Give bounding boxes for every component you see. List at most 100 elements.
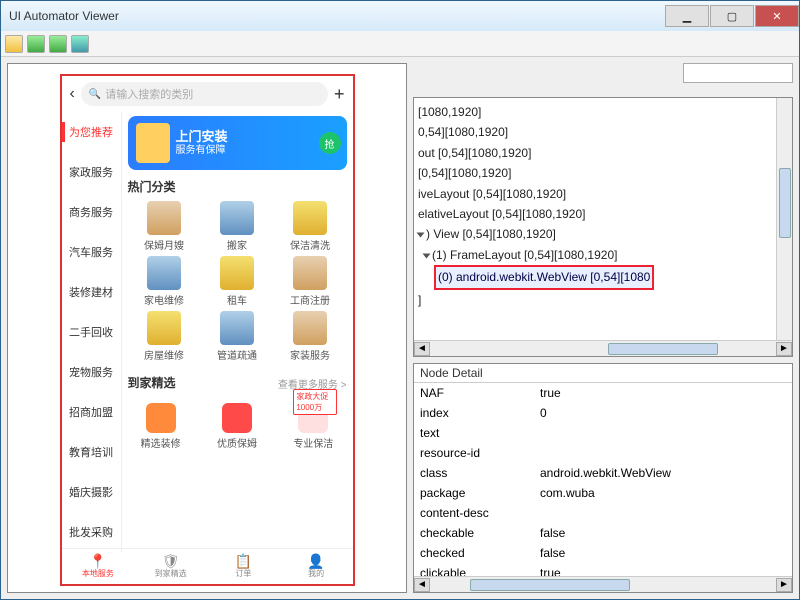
tree-node[interactable]: [0,54][1080,1920] <box>416 163 790 183</box>
search-placeholder: 请输入搜索的类别 <box>105 86 193 102</box>
nav-icon: 🛡 <box>162 554 180 568</box>
tree-vscroll[interactable] <box>776 98 792 340</box>
daojia-item[interactable]: 家政大促 1000万专业保洁 <box>293 403 333 450</box>
daojia-title: 到家精选 <box>128 374 176 391</box>
hot-category-item[interactable]: 保姆月嫂 <box>128 201 201 252</box>
device-frame[interactable]: ‹ 请输入搜索的类别 + 为您推荐家政服务商务服务汽车服务装修建材二手回收宠物服… <box>60 74 355 586</box>
close-button[interactable] <box>755 5 799 27</box>
hot-category-item[interactable]: 搬家 <box>201 201 274 252</box>
detail-row[interactable]: index0 <box>414 403 792 423</box>
detail-row[interactable]: checkedfalse <box>414 543 792 563</box>
detail-key: index <box>414 406 534 420</box>
hierarchy-tree[interactable]: [1080,1920]0,54][1080,1920]out [0,54][10… <box>414 98 792 338</box>
promo-icon <box>222 403 252 433</box>
search-input[interactable]: 请输入搜索的类别 <box>81 82 328 106</box>
hot-category-item[interactable]: 工商注册 <box>274 256 347 307</box>
tree-node[interactable]: ) View [0,54][1080,1920] <box>416 224 790 244</box>
titlebar: UI Automator Viewer <box>1 1 799 31</box>
detail-value: com.wuba <box>534 486 792 500</box>
detail-row[interactable]: classandroid.webkit.WebView <box>414 463 792 483</box>
promo-banner[interactable]: 上门安装 服务有保障 抢 <box>128 116 347 170</box>
tree-node[interactable]: out [0,54][1080,1920] <box>416 143 790 163</box>
node-detail-title: Node Detail <box>414 364 792 382</box>
detail-key: package <box>414 486 534 500</box>
daojia-item[interactable]: 精选装修 <box>141 403 181 450</box>
hot-category-item[interactable]: 保洁清洗 <box>274 201 347 252</box>
bottom-nav-item[interactable]: 👤我的 <box>280 549 353 584</box>
tree-node[interactable]: [1080,1920] <box>416 102 790 122</box>
tree-node[interactable]: iveLayout [0,54][1080,1920] <box>416 184 790 204</box>
node-detail-panel: Node Detail NAFtrueindex0textresource-id… <box>413 363 793 593</box>
plus-icon[interactable]: + <box>334 84 345 105</box>
tree-node[interactable]: elativeLayout [0,54][1080,1920] <box>416 204 790 224</box>
save-icon[interactable] <box>71 35 89 53</box>
bottom-nav-item[interactable]: 🛡到家精选 <box>134 549 207 584</box>
device-panel: ‹ 请输入搜索的类别 + 为您推荐家政服务商务服务汽车服务装修建材二手回收宠物服… <box>7 63 407 593</box>
bottom-nav-item[interactable]: 📍本地服务 <box>62 549 135 584</box>
sidebar-tab[interactable]: 商务服务 <box>62 192 121 232</box>
detail-row[interactable]: checkablefalse <box>414 523 792 543</box>
back-icon[interactable]: ‹ <box>70 85 75 103</box>
category-avatar <box>293 201 327 235</box>
sidebar-tab[interactable]: 为您推荐 <box>62 112 121 152</box>
hot-category-item[interactable]: 房屋维修 <box>128 311 201 362</box>
detail-key: text <box>414 426 534 440</box>
grab-badge[interactable]: 抢 <box>319 132 341 154</box>
detail-value: 0 <box>534 406 792 420</box>
hot-category-item[interactable]: 租车 <box>201 256 274 307</box>
tree-node[interactable]: (1) FrameLayout [0,54][1080,1920] <box>416 245 790 265</box>
sidebar-tab[interactable]: 婚庆摄影 <box>62 472 121 512</box>
bottom-nav-item[interactable]: 📋订单 <box>207 549 280 584</box>
sidebar-tab[interactable]: 招商加盟 <box>62 392 121 432</box>
tree-node[interactable]: 0,54][1080,1920] <box>416 122 790 142</box>
detail-row[interactable]: content-desc <box>414 503 792 523</box>
detail-row[interactable]: text <box>414 423 792 443</box>
dump-icon[interactable] <box>49 35 67 53</box>
category-label: 保洁清洗 <box>290 237 330 252</box>
tree-hscroll[interactable]: ◄► <box>414 340 792 356</box>
hot-category-item[interactable]: 家装服务 <box>274 311 347 362</box>
sidebar-tab[interactable]: 家政服务 <box>62 152 121 192</box>
nav-label: 订单 <box>235 568 251 579</box>
detail-hscroll[interactable]: ◄ ► <box>414 576 792 592</box>
hot-category-item[interactable]: 管道疏通 <box>201 311 274 362</box>
category-label: 租车 <box>227 292 247 307</box>
category-avatar <box>220 311 254 345</box>
detail-row[interactable]: resource-id <box>414 443 792 463</box>
sidebar-tab[interactable]: 装修建材 <box>62 272 121 312</box>
tree-search-input[interactable] <box>683 63 793 83</box>
category-sidebar: 为您推荐家政服务商务服务汽车服务装修建材二手回收宠物服务招商加盟教育培训婚庆摄影… <box>62 112 122 552</box>
category-label: 家电维修 <box>144 292 184 307</box>
tree-node-selected[interactable]: (0) android.webkit.WebView [0,54][1080 <box>434 265 654 289</box>
detail-row[interactable]: clickabletrue <box>414 563 792 576</box>
daojia-row: 精选装修 优质保姆家政大促 1000万专业保洁 <box>128 403 347 450</box>
hot-category-item[interactable]: 家电维修 <box>128 256 201 307</box>
category-avatar <box>147 311 181 345</box>
daojia-item[interactable]: 优质保姆 <box>217 403 257 450</box>
sidebar-tab[interactable]: 宠物服务 <box>62 352 121 392</box>
sidebar-tab[interactable]: 教育培训 <box>62 432 121 472</box>
detail-key: checkable <box>414 526 534 540</box>
detail-row[interactable]: NAFtrue <box>414 383 792 403</box>
screenshot-icon[interactable] <box>27 35 45 53</box>
category-avatar <box>220 256 254 290</box>
detail-value: true <box>534 386 792 400</box>
device-topbar: ‹ 请输入搜索的类别 + <box>62 76 353 112</box>
promo-icon <box>146 403 176 433</box>
detail-value: false <box>534 526 792 540</box>
category-label: 家装服务 <box>290 347 330 362</box>
tree-search-bar <box>413 63 793 91</box>
tree-node[interactable]: ] <box>416 290 790 310</box>
promo-label: 专业保洁 <box>293 435 333 450</box>
detail-value: false <box>534 546 792 560</box>
detail-key: checked <box>414 546 534 560</box>
minimize-button[interactable] <box>665 5 709 27</box>
open-icon[interactable] <box>5 35 23 53</box>
promo-label: 精选装修 <box>141 435 181 450</box>
detail-row[interactable]: packagecom.wuba <box>414 483 792 503</box>
sidebar-tab[interactable]: 二手回收 <box>62 312 121 352</box>
sidebar-tab[interactable]: 批发采购 <box>62 512 121 552</box>
node-detail-table: NAFtrueindex0textresource-idclassandroid… <box>414 382 792 576</box>
sidebar-tab[interactable]: 汽车服务 <box>62 232 121 272</box>
maximize-button[interactable] <box>710 5 754 27</box>
